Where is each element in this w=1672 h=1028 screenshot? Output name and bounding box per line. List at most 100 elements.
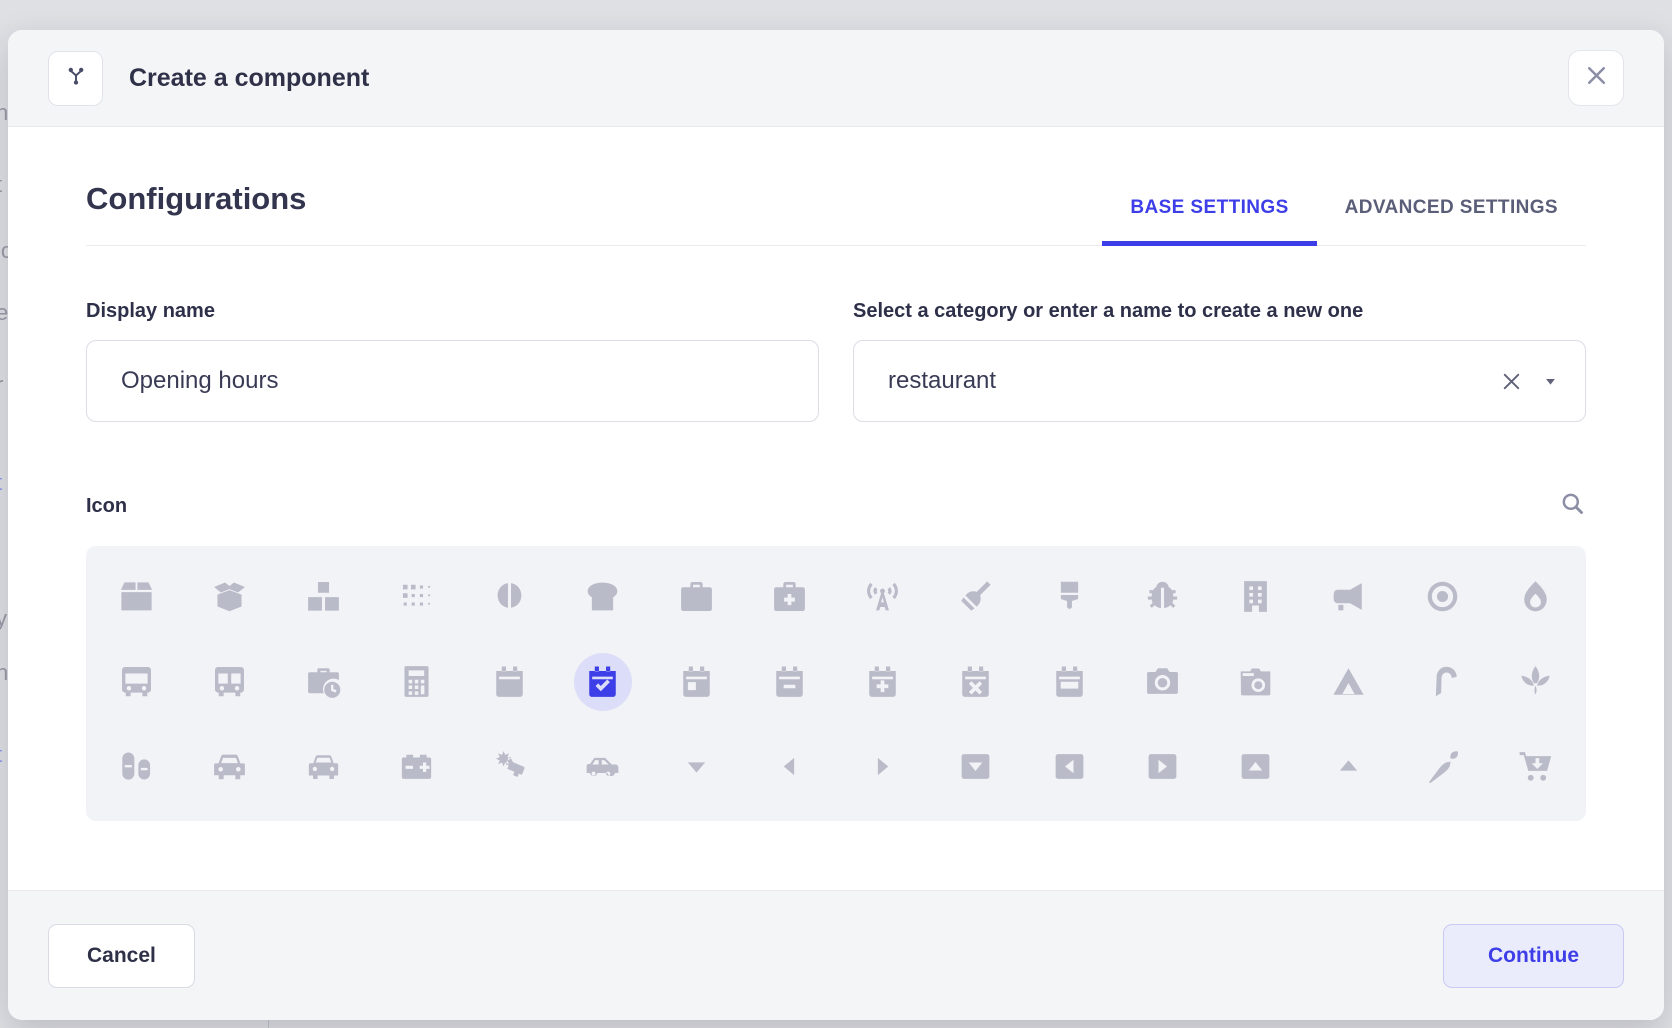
caret-down-icon	[678, 748, 715, 785]
icon-option-caret-left[interactable]	[743, 724, 836, 809]
continue-button[interactable]: Continue	[1443, 924, 1624, 988]
icon-label: Icon	[86, 495, 127, 518]
icon-option-box-open[interactable]	[183, 554, 276, 639]
icon-option-candy-cane[interactable]	[1396, 639, 1489, 724]
background-text-fragment: y	[0, 606, 7, 632]
icon-option-capsules[interactable]	[90, 724, 183, 809]
icon-option-car-crash[interactable]	[463, 724, 556, 809]
dialog-title: Create a component	[129, 64, 369, 93]
icon-option-bug[interactable]	[1116, 554, 1209, 639]
calendar-minus-icon	[771, 663, 808, 700]
icon-option-box[interactable]	[90, 554, 183, 639]
business-time-icon	[305, 663, 342, 700]
icon-option-broom[interactable]	[929, 554, 1022, 639]
icon-option-camera[interactable]	[1116, 639, 1209, 724]
boxes-icon	[305, 578, 342, 615]
icon-option-caret-square-right[interactable]	[1116, 724, 1209, 809]
background-text-fragment: e	[0, 300, 8, 326]
calendar-check-icon	[584, 663, 621, 700]
calendar-week-icon	[1051, 663, 1088, 700]
bug-icon	[1144, 578, 1181, 615]
briefcase-icon	[678, 578, 715, 615]
icon-option-calculator[interactable]	[370, 639, 463, 724]
bus-alt-icon	[211, 663, 248, 700]
close-button[interactable]	[1568, 50, 1624, 106]
chevron-down-icon[interactable]	[1543, 374, 1558, 389]
car-side-icon	[584, 748, 621, 785]
search-icon[interactable]	[1559, 490, 1586, 522]
icon-option-broadcast-tower[interactable]	[836, 554, 929, 639]
tab-advanced-settings[interactable]: ADVANCED SETTINGS	[1317, 197, 1586, 245]
icon-option-bus[interactable]	[90, 639, 183, 724]
caret-right-icon	[864, 748, 901, 785]
background-page-divider	[268, 1019, 269, 1028]
icon-option-caret-up[interactable]	[1302, 724, 1395, 809]
icon-option-building[interactable]	[1209, 554, 1302, 639]
carrot-icon	[1424, 748, 1461, 785]
icon-option-calendar-day[interactable]	[650, 639, 743, 724]
clear-icon[interactable]	[1500, 370, 1523, 393]
caret-square-down-icon	[957, 748, 994, 785]
icon-option-caret-right[interactable]	[836, 724, 929, 809]
icon-option-caret-down[interactable]	[650, 724, 743, 809]
background-text-fragment: r	[0, 372, 3, 398]
car-alt-icon	[305, 748, 342, 785]
braille-icon	[398, 578, 435, 615]
icon-option-car-alt[interactable]	[277, 724, 370, 809]
icon-option-campground[interactable]	[1302, 639, 1395, 724]
cancel-button[interactable]: Cancel	[48, 924, 195, 988]
caret-up-icon	[1330, 748, 1367, 785]
background-text-fragment: t	[0, 470, 2, 496]
display-name-field-group: Display name	[86, 300, 819, 422]
candy-cane-icon	[1424, 663, 1461, 700]
cannabis-icon	[1517, 663, 1554, 700]
icon-option-bullhorn[interactable]	[1302, 554, 1395, 639]
brain-icon	[491, 578, 528, 615]
icon-option-burn[interactable]	[1489, 554, 1582, 639]
icon-option-calendar-check[interactable]	[556, 639, 649, 724]
icon-section-head: Icon	[86, 490, 1586, 522]
category-field-group: Select a category or enter a name to cre…	[853, 300, 1586, 422]
icon-option-car-battery[interactable]	[370, 724, 463, 809]
icon-option-business-time[interactable]	[277, 639, 370, 724]
icon-option-caret-square-up[interactable]	[1209, 724, 1302, 809]
section-head: Configurations BASE SETTINGS ADVANCED SE…	[86, 181, 1586, 246]
icon-option-brush[interactable]	[1023, 554, 1116, 639]
icon-option-caret-square-down[interactable]	[929, 724, 1022, 809]
icon-option-calendar-plus[interactable]	[836, 639, 929, 724]
icon-option-calendar-times[interactable]	[929, 639, 1022, 724]
icon-option-boxes[interactable]	[277, 554, 370, 639]
icon-option-bread-slice[interactable]	[556, 554, 649, 639]
icon-option-braille[interactable]	[370, 554, 463, 639]
icon-option-camera-retro[interactable]	[1209, 639, 1302, 724]
icon-option-briefcase[interactable]	[650, 554, 743, 639]
display-name-input[interactable]	[86, 340, 819, 422]
tab-base-settings[interactable]: BASE SETTINGS	[1102, 197, 1316, 245]
bread-slice-icon	[584, 578, 621, 615]
icon-option-cart-arrow-down[interactable]	[1489, 724, 1582, 809]
icon-option-car-side[interactable]	[556, 724, 649, 809]
settings-tabs: BASE SETTINGS ADVANCED SETTINGS	[1102, 197, 1586, 245]
icon-option-calendar-minus[interactable]	[743, 639, 836, 724]
icon-option-car[interactable]	[183, 724, 276, 809]
icon-option-calendar-week[interactable]	[1023, 639, 1116, 724]
component-icon-chip	[48, 51, 103, 106]
icon-option-briefcase-medical[interactable]	[743, 554, 836, 639]
building-icon	[1237, 578, 1274, 615]
brush-icon	[1051, 578, 1088, 615]
caret-left-icon	[771, 748, 808, 785]
background-text-fragment: t	[0, 172, 2, 198]
icon-option-calendar[interactable]	[463, 639, 556, 724]
broom-icon	[957, 578, 994, 615]
category-input[interactable]	[853, 340, 1586, 422]
camera-retro-icon	[1237, 663, 1274, 700]
icon-option-bus-alt[interactable]	[183, 639, 276, 724]
icon-option-cannabis[interactable]	[1489, 639, 1582, 724]
icon-option-brain[interactable]	[463, 554, 556, 639]
icon-option-bullseye[interactable]	[1396, 554, 1489, 639]
caret-square-left-icon	[1051, 748, 1088, 785]
broadcast-tower-icon	[864, 578, 901, 615]
icon-option-caret-square-left[interactable]	[1023, 724, 1116, 809]
icon-option-carrot[interactable]	[1396, 724, 1489, 809]
calendar-icon	[491, 663, 528, 700]
